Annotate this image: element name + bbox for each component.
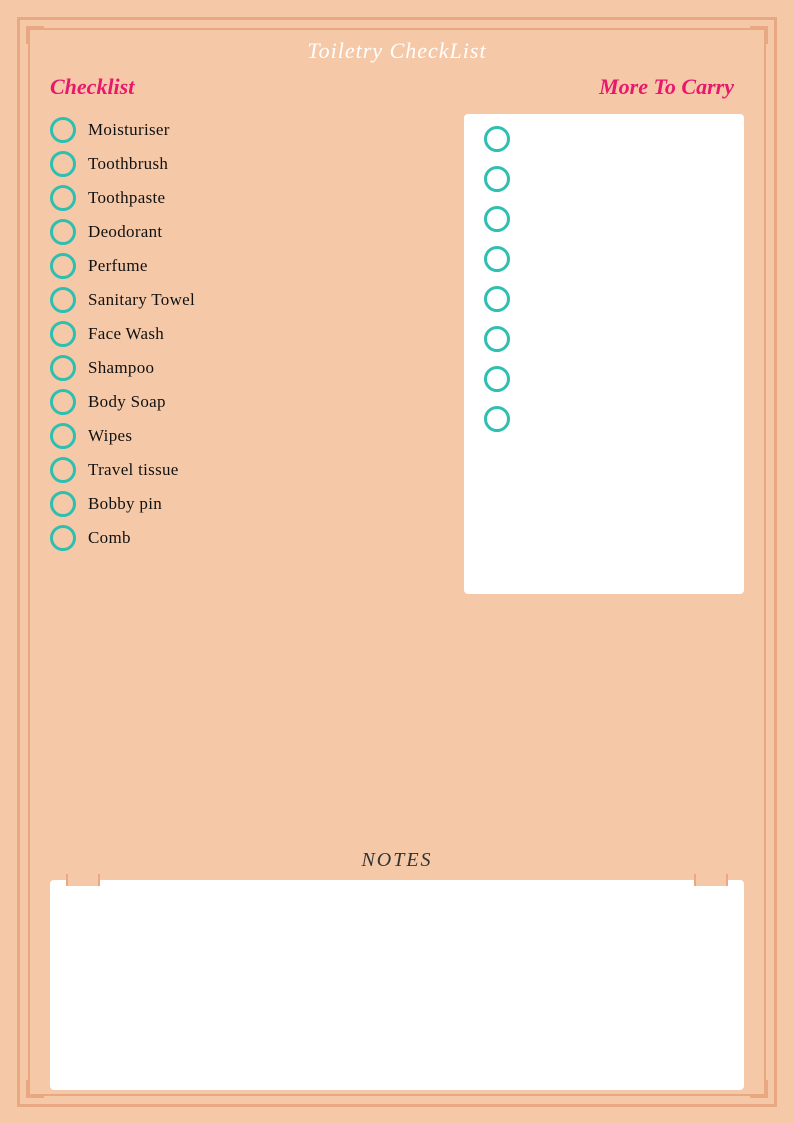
item-label: Toothpaste xyxy=(88,188,165,208)
checkbox-circle[interactable] xyxy=(50,117,76,143)
item-label: Shampoo xyxy=(88,358,154,378)
checklist-item[interactable]: Perfume xyxy=(50,250,444,282)
more-to-carry-section xyxy=(464,114,744,839)
checkbox-circle[interactable] xyxy=(50,219,76,245)
item-label: Perfume xyxy=(88,256,148,276)
item-label: Face Wash xyxy=(88,324,164,344)
checklist-header: Checklist xyxy=(50,74,134,100)
notes-section: NOTES xyxy=(20,839,774,1104)
checkbox-circle[interactable] xyxy=(50,525,76,551)
notes-title: NOTES xyxy=(50,849,744,872)
checklist-item[interactable]: Toothpaste xyxy=(50,182,444,214)
corner-tr xyxy=(750,26,768,44)
more-carry-circle[interactable] xyxy=(484,246,510,272)
item-label: Bobby pin xyxy=(88,494,162,514)
checklist-item[interactable]: Travel tissue xyxy=(50,454,444,486)
checklist-item[interactable]: Sanitary Towel xyxy=(50,284,444,316)
more-carry-circle[interactable] xyxy=(484,286,510,312)
item-label: Comb xyxy=(88,528,131,548)
checkbox-circle[interactable] xyxy=(50,389,76,415)
checkbox-circle[interactable] xyxy=(50,355,76,381)
checkbox-circle[interactable] xyxy=(50,151,76,177)
checkbox-circle[interactable] xyxy=(50,287,76,313)
more-carry-circle[interactable] xyxy=(484,166,510,192)
item-label: Moisturiser xyxy=(88,120,170,140)
corner-tl xyxy=(26,26,44,44)
checklist-section: Moisturiser Toothbrush Toothpaste Deodorant… xyxy=(50,114,444,839)
item-label: Sanitary Towel xyxy=(88,290,195,310)
corner-bl xyxy=(26,1080,44,1098)
checklist-item[interactable]: Bobby pin xyxy=(50,488,444,520)
checklist-item[interactable]: Comb xyxy=(50,522,444,554)
checklist-item[interactable]: Face Wash xyxy=(50,318,444,350)
more-to-carry-box xyxy=(464,114,744,594)
more-carry-circle[interactable] xyxy=(484,126,510,152)
more-carry-circle[interactable] xyxy=(484,206,510,232)
checkbox-circle[interactable] xyxy=(50,253,76,279)
checkbox-circle[interactable] xyxy=(50,423,76,449)
more-carry-circle[interactable] xyxy=(484,406,510,432)
item-label: Toothbrush xyxy=(88,154,168,174)
item-label: Deodorant xyxy=(88,222,162,242)
checkbox-circle[interactable] xyxy=(50,491,76,517)
notes-box xyxy=(50,880,744,1090)
checkbox-circle[interactable] xyxy=(50,321,76,347)
item-label: Wipes xyxy=(88,426,132,446)
more-carry-circle[interactable] xyxy=(484,366,510,392)
more-carry-circle[interactable] xyxy=(484,326,510,352)
checklist-item[interactable]: Deodorant xyxy=(50,216,444,248)
checklist-item[interactable]: Wipes xyxy=(50,420,444,452)
checklist-item[interactable]: Body Soap xyxy=(50,386,444,418)
checklist-items-list: Moisturiser Toothbrush Toothpaste Deodorant… xyxy=(50,114,444,554)
main-content: Moisturiser Toothbrush Toothpaste Deodorant… xyxy=(20,114,774,839)
checklist-item[interactable]: Toothbrush xyxy=(50,148,444,180)
item-label: Body Soap xyxy=(88,392,166,412)
corner-br xyxy=(750,1080,768,1098)
page-container: Toiletry CheckList Checklist More To Car… xyxy=(17,17,777,1107)
checkbox-circle[interactable] xyxy=(50,457,76,483)
checkbox-circle[interactable] xyxy=(50,185,76,211)
checklist-item[interactable]: Shampoo xyxy=(50,352,444,384)
page-title: Toiletry CheckList xyxy=(20,20,774,74)
more-to-carry-header: More To Carry xyxy=(599,74,744,100)
checklist-item[interactable]: Moisturiser xyxy=(50,114,444,146)
item-label: Travel tissue xyxy=(88,460,179,480)
